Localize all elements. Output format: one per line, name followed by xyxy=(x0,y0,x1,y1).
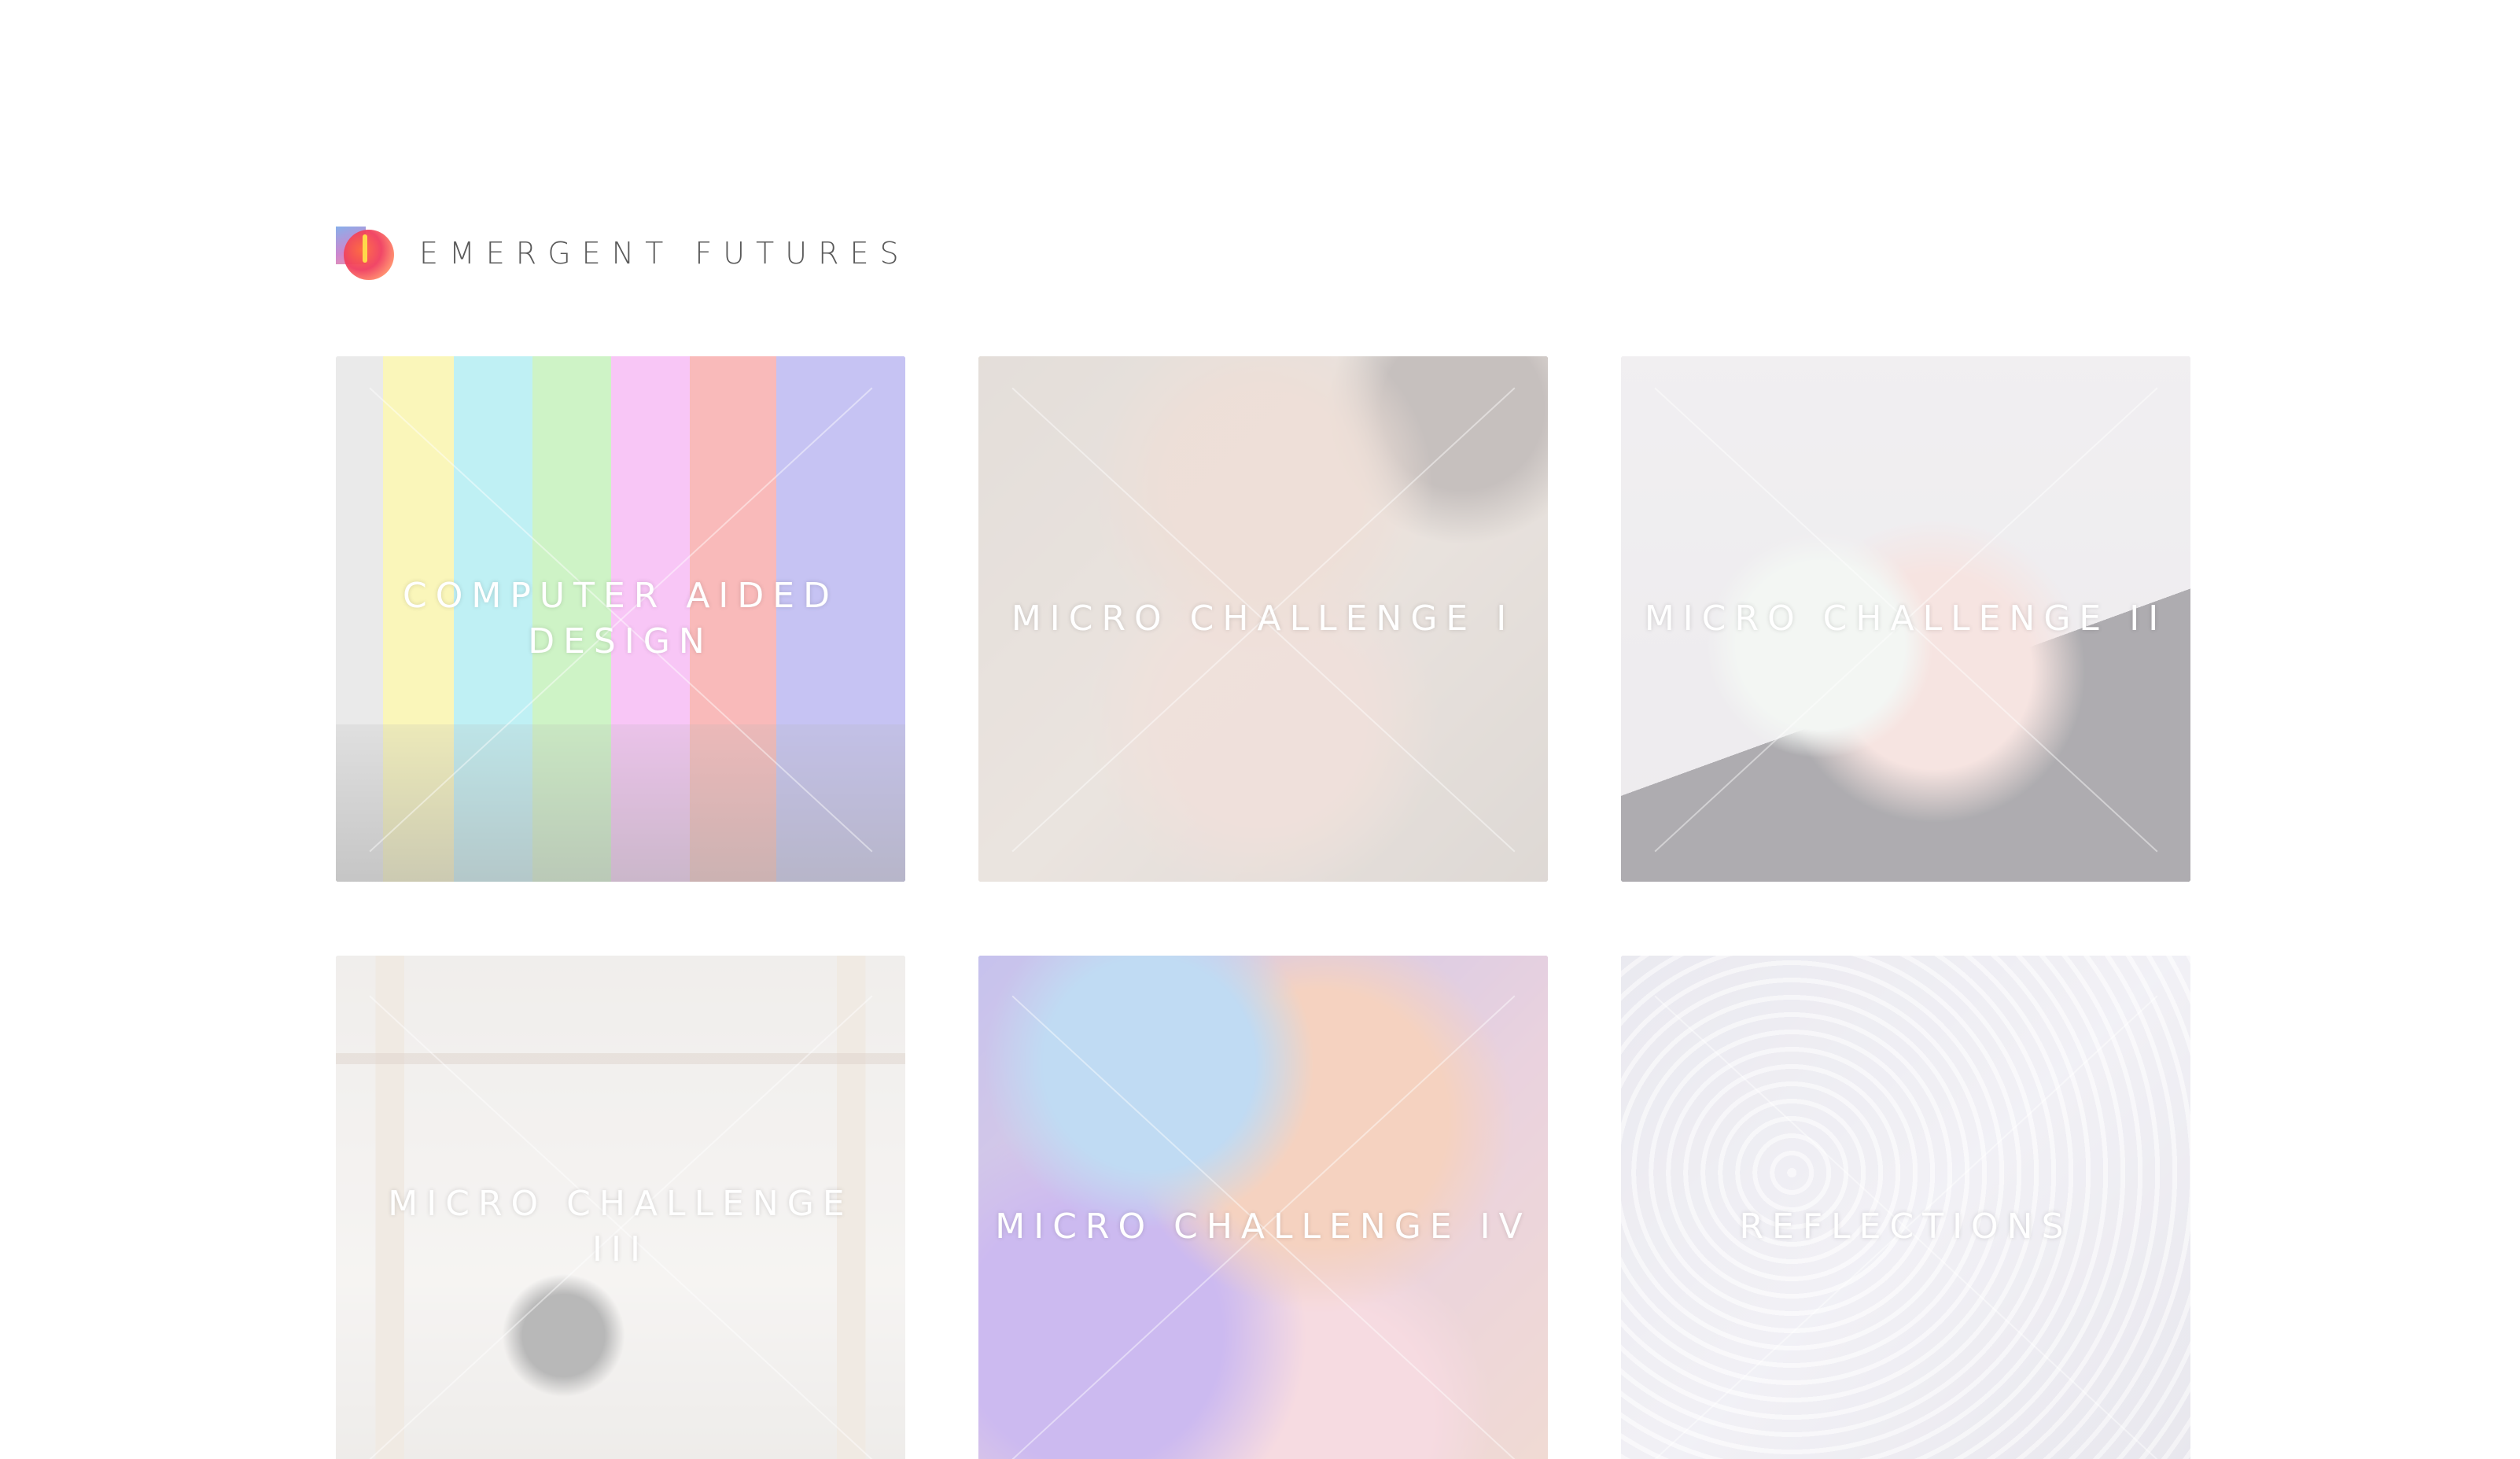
card-label: MICRO CHALLENGE II xyxy=(1644,599,2168,639)
logo-stroke-shape xyxy=(363,234,367,263)
project-card-reflections[interactable]: REFLECTIONS xyxy=(1621,956,2190,1459)
project-card-computer-aided-design[interactable]: COMPUTER AIDED DESIGN xyxy=(336,356,905,882)
card-label: COMPUTER AIDED DESIGN xyxy=(403,576,838,661)
site-header: EMERGENT FUTURES xyxy=(336,227,910,280)
card-label: MICRO CHALLENGE III xyxy=(388,1184,853,1269)
card-label: REFLECTIONS xyxy=(1739,1207,2072,1247)
site-logo[interactable] xyxy=(336,227,396,280)
logo-circle-shape xyxy=(344,230,394,280)
project-card-micro-challenge-iii[interactable]: MICRO CHALLENGE III xyxy=(336,956,905,1459)
project-card-micro-challenge-i[interactable]: MICRO CHALLENGE I xyxy=(978,356,1548,882)
page: EMERGENT FUTURES COMPUTER AIDED DESIGN M… xyxy=(0,0,2520,1459)
project-card-micro-challenge-ii[interactable]: MICRO CHALLENGE II xyxy=(1621,356,2190,882)
card-label: MICRO CHALLENGE IV xyxy=(995,1207,1531,1247)
project-card-micro-challenge-iv[interactable]: MICRO CHALLENGE IV xyxy=(978,956,1548,1459)
site-title[interactable]: EMERGENT FUTURES xyxy=(419,236,910,271)
card-label: MICRO CHALLENGE I xyxy=(1011,599,1516,639)
